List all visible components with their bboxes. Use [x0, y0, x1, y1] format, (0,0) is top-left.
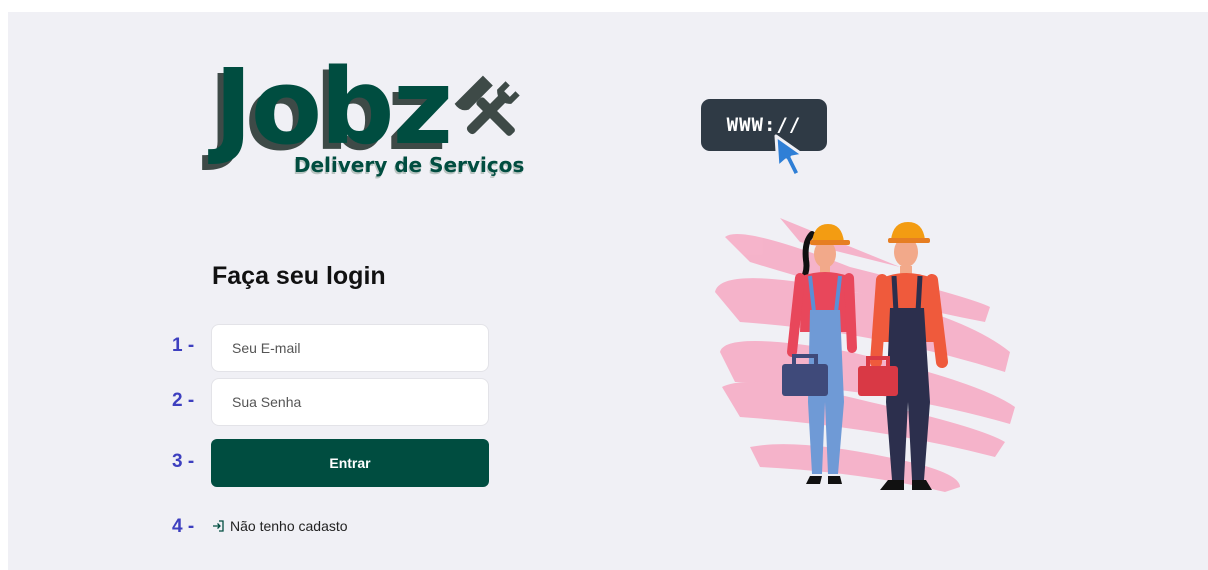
hammer-wrench-icon	[454, 75, 520, 136]
cursor-arrow-icon	[774, 134, 805, 178]
logo-brand: Jobz	[214, 46, 453, 168]
workers-illustration	[715, 218, 1015, 492]
password-input[interactable]	[211, 378, 489, 426]
register-link[interactable]: Não tenho cadasto	[212, 518, 348, 534]
login-page-background	[8, 12, 1208, 570]
step-label-1: 1 -	[172, 335, 195, 356]
login-title: Faça seu login	[212, 262, 386, 290]
man-worker	[858, 222, 948, 490]
email-input[interactable]	[211, 324, 489, 372]
register-link-label: Não tenho cadasto	[230, 518, 348, 534]
step-label-2: 2 -	[172, 390, 195, 411]
sign-in-icon	[213, 520, 224, 532]
pink-brush-background	[715, 218, 1015, 492]
login-submit-button[interactable]: Entrar	[211, 439, 489, 487]
step-label-4: 4 -	[172, 516, 195, 537]
jobz-logo: Jobz Delivery de Serviços	[210, 55, 540, 190]
step-label-3: 3 -	[172, 451, 195, 472]
logo-tagline: Delivery de Serviços	[294, 153, 525, 177]
